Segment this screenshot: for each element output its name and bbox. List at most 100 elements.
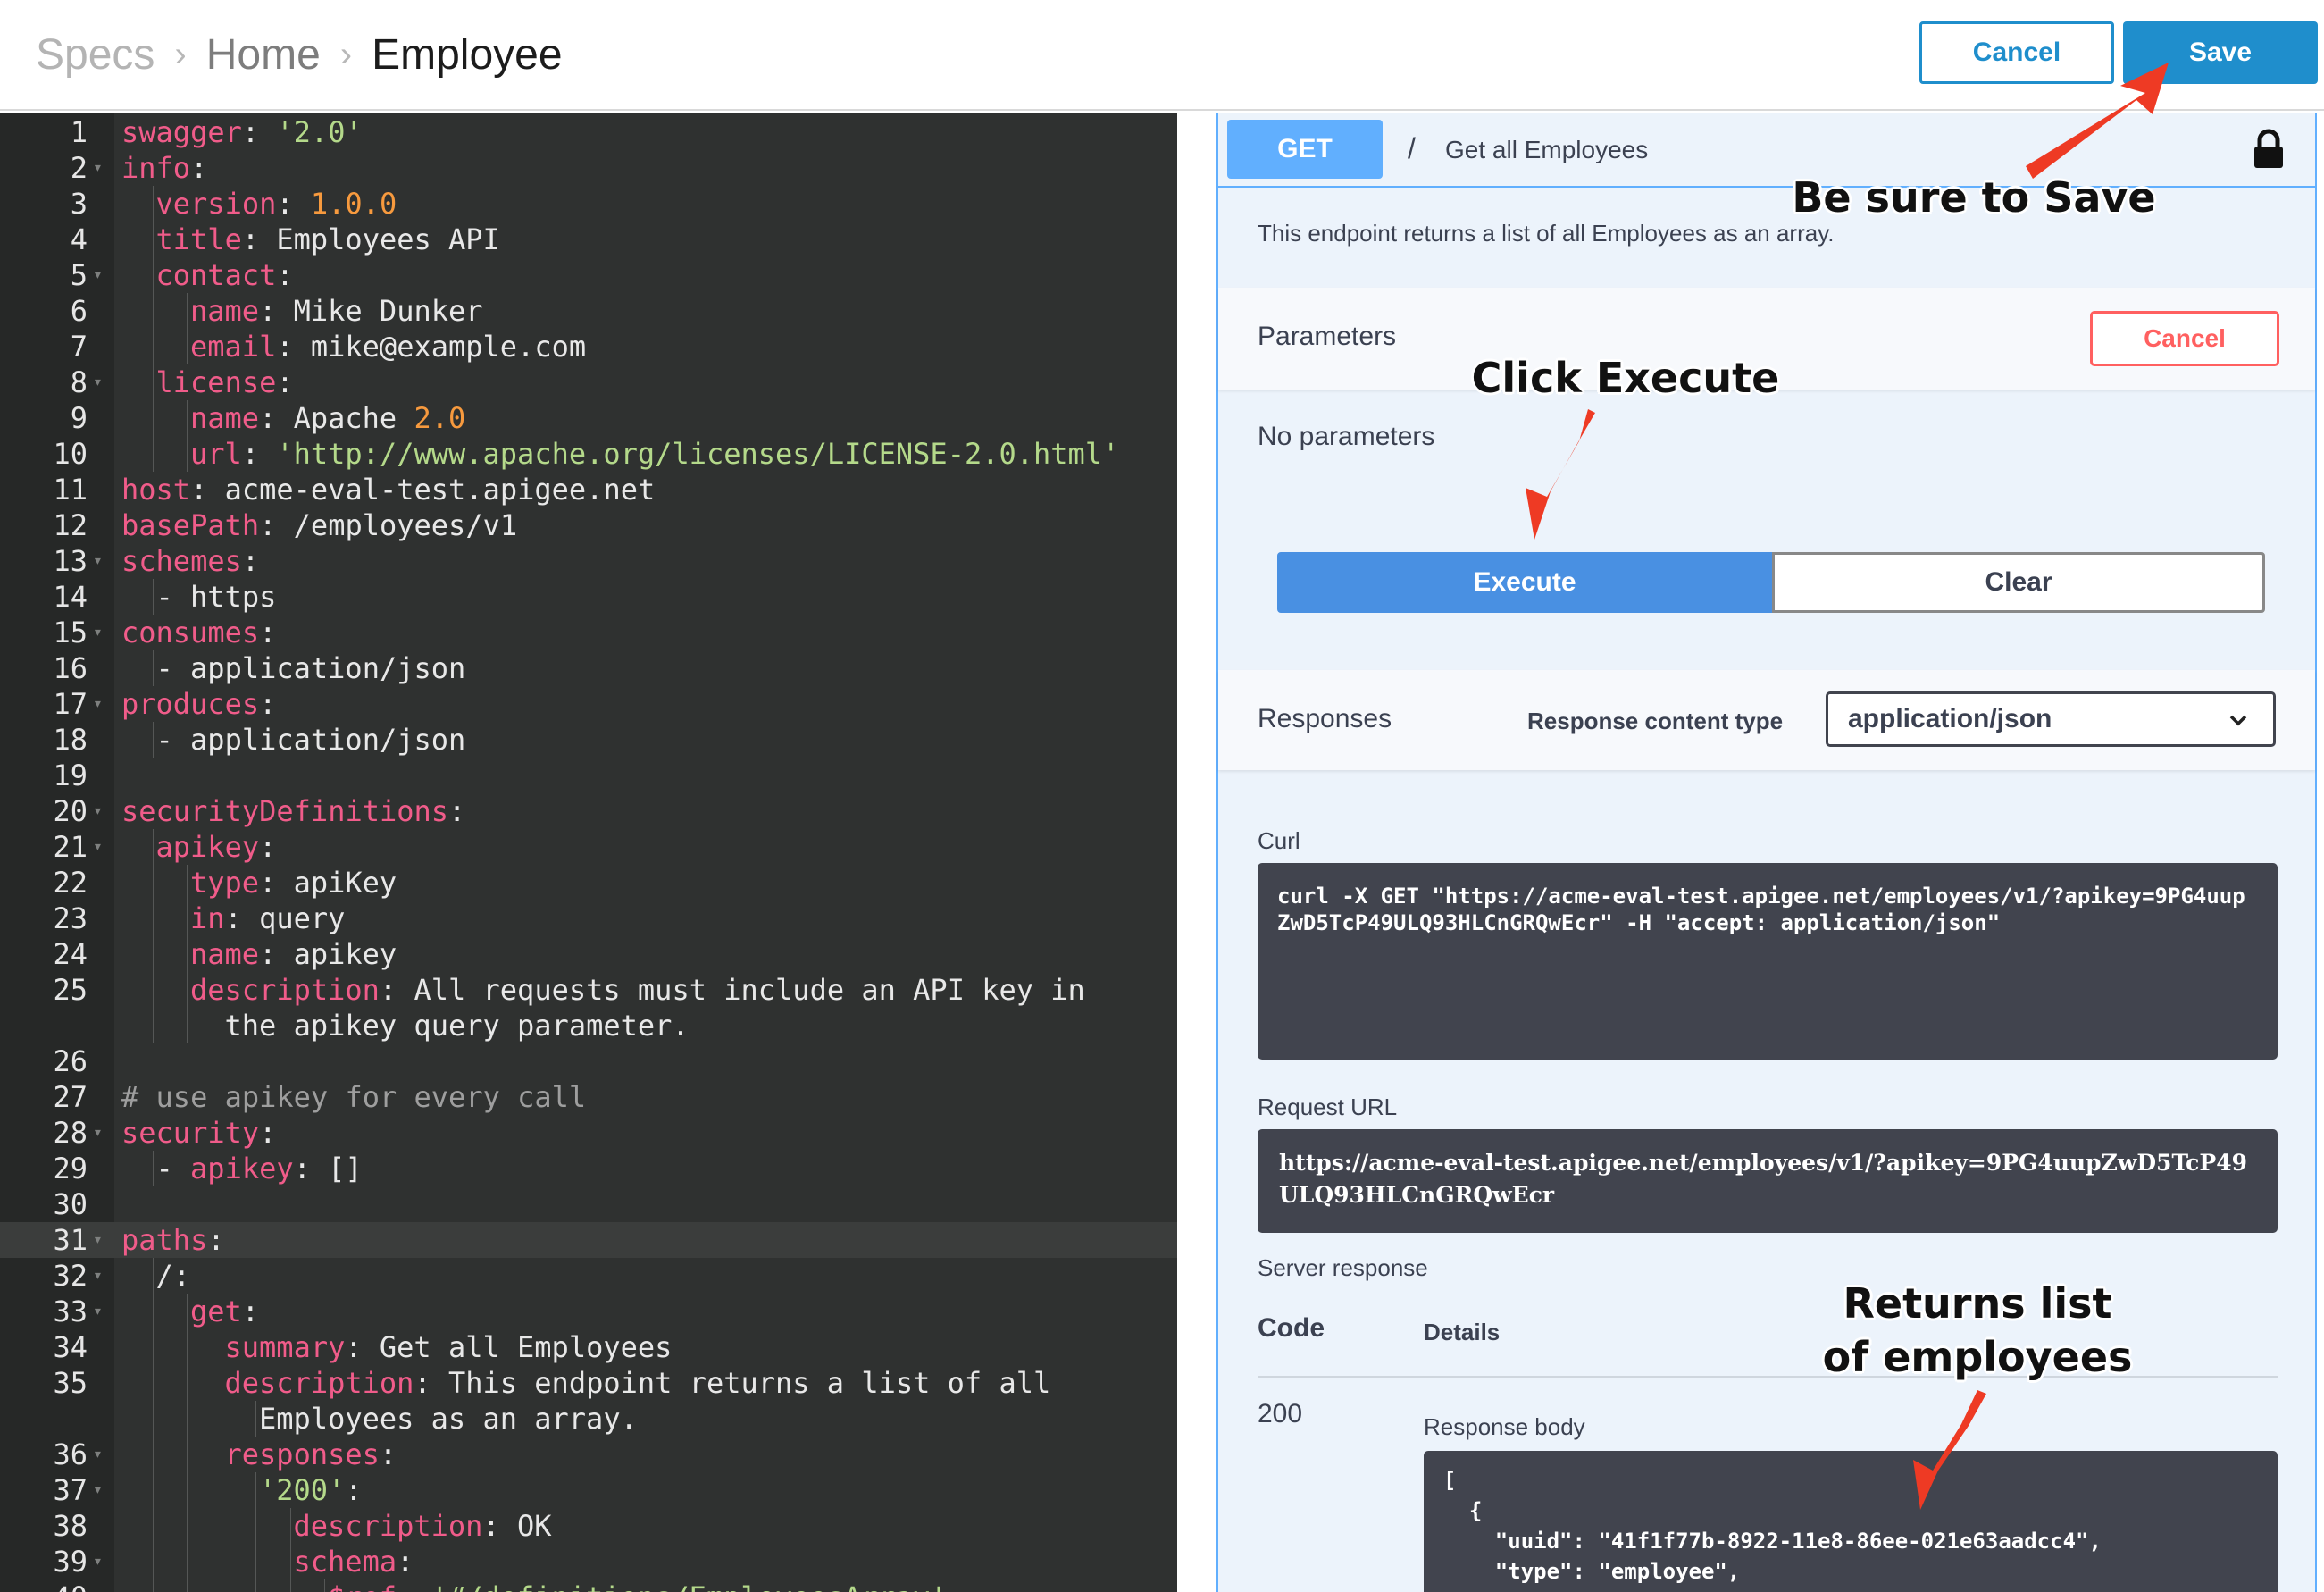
editor-line[interactable]: 33 ▾ get:: [0, 1294, 1177, 1329]
fold-arrow-icon[interactable]: ▾: [93, 1294, 103, 1329]
no-parameters-text: No parameters: [1258, 422, 1435, 451]
editor-line[interactable]: 20 ▾ securityDefinitions:: [0, 793, 1177, 829]
editor-line[interactable]: 18 - application/json: [0, 722, 1177, 758]
indent-guide: [187, 1508, 188, 1544]
editor-line[interactable]: 11 host: acme-eval-test.apigee.net: [0, 472, 1177, 507]
fold-arrow-icon[interactable]: ▾: [93, 793, 103, 829]
editor-line[interactable]: 35 description: This endpoint returns a l…: [0, 1365, 1177, 1401]
try-cancel-button[interactable]: Cancel: [2090, 311, 2279, 366]
fold-arrow-icon[interactable]: ▾: [93, 1258, 103, 1294]
indent-guide: [289, 1544, 291, 1579]
editor-line[interactable]: 23 in: query: [0, 901, 1177, 936]
fold-arrow-icon[interactable]: ▾: [93, 829, 103, 865]
editor-line[interactable]: 14 - https: [0, 579, 1177, 615]
indent-guide: [152, 1008, 154, 1043]
response-body[interactable]: [ { "uuid": "41f1f77b-8922-11e8-86ee-021…: [1424, 1451, 2278, 1592]
cancel-button[interactable]: Cancel: [1919, 21, 2114, 84]
editor-line[interactable]: 21 ▾ apikey:: [0, 829, 1177, 865]
fold-arrow-icon[interactable]: ▾: [93, 257, 103, 293]
indent-guide: [187, 1437, 188, 1472]
editor-line[interactable]: Employees as an array.: [0, 1401, 1177, 1437]
line-number: 38: [53, 1509, 88, 1543]
fold-arrow-icon[interactable]: ▾: [93, 1222, 103, 1258]
fold-arrow-icon[interactable]: ▾: [93, 615, 103, 650]
fold-arrow-icon[interactable]: ▾: [93, 686, 103, 722]
editor-line[interactable]: 39 ▾ schema:: [0, 1544, 1177, 1579]
fold-arrow-icon[interactable]: ▾: [93, 1115, 103, 1151]
editor-line[interactable]: 32 ▾ /:: [0, 1258, 1177, 1294]
editor-line[interactable]: 40 $ref: '#/definitions/EmployeesArray': [0, 1579, 1177, 1592]
indent-guide: [289, 1508, 291, 1544]
editor-line[interactable]: 26: [0, 1043, 1177, 1079]
editor-line[interactable]: 17 ▾ produces:: [0, 686, 1177, 722]
code-token: 'http://www.apache.org/licenses/LICENSE-…: [276, 437, 1120, 471]
fold-arrow-icon[interactable]: ▾: [93, 1472, 103, 1508]
editor-line[interactable]: 5 ▾ contact:: [0, 257, 1177, 293]
fold-arrow-icon[interactable]: ▾: [93, 1437, 103, 1472]
editor-line[interactable]: 4 title: Employees API: [0, 222, 1177, 257]
save-button[interactable]: Save: [2123, 21, 2318, 84]
code-token: produces: [121, 687, 260, 721]
indent-guide: [187, 1365, 188, 1401]
indent-guide: [152, 400, 154, 436]
request-url-label: Request URL: [1258, 1093, 1398, 1120]
editor-line[interactable]: 19: [0, 758, 1177, 793]
editor-line[interactable]: 13 ▾ schemes:: [0, 543, 1177, 579]
editor-line[interactable]: 30: [0, 1186, 1177, 1222]
request-url[interactable]: https://acme-eval-test.apigee.net/employ…: [1258, 1129, 2278, 1233]
operation-block: GET / Get all Employees This endpoint re…: [1216, 113, 2317, 1592]
breadcrumb-separator-icon: ›: [174, 34, 187, 74]
lock-icon[interactable]: [2253, 129, 2285, 170]
code-token: :: [241, 1295, 260, 1328]
response-content-type-select[interactable]: application/json: [1826, 691, 2276, 747]
editor-line[interactable]: 31 ▾ paths:: [0, 1222, 1177, 1258]
code-text: apikey:: [156, 829, 277, 865]
indent-guide: [152, 1151, 154, 1186]
editor-line[interactable]: 22 type: apiKey: [0, 865, 1177, 901]
code-token: /:: [155, 1259, 191, 1293]
editor-line[interactable]: 12 basePath: /employees/v1: [0, 507, 1177, 543]
editor-line[interactable]: 3 version: 1.0.0: [0, 186, 1177, 222]
code-editor[interactable]: 1 swagger: '2.0' 2 ▾ info: 3 version: 1.0.0 4 ti…: [0, 113, 1177, 1592]
fold-arrow-icon[interactable]: ▾: [93, 150, 103, 186]
code-token: :: [276, 258, 294, 292]
clear-button[interactable]: Clear: [1772, 552, 2265, 613]
editor-line[interactable]: 9 name: Apache 2.0: [0, 400, 1177, 436]
indent-guide: [152, 901, 154, 936]
code-text: paths:: [121, 1222, 225, 1258]
editor-line[interactable]: 6 name: Mike Dunker: [0, 293, 1177, 329]
indent-guide: [152, 1401, 154, 1437]
editor-line[interactable]: the apikey query parameter.: [0, 1008, 1177, 1043]
editor-line[interactable]: 34 summary: Get all Employees: [0, 1329, 1177, 1365]
code-text: schema:: [294, 1544, 414, 1579]
editor-line[interactable]: 38 description: OK: [0, 1508, 1177, 1544]
code-token: : mike@example.com: [276, 330, 587, 364]
editor-line[interactable]: 10 url: 'http://www.apache.org/licenses/L…: [0, 436, 1177, 472]
fold-arrow-icon[interactable]: ▾: [93, 364, 103, 400]
editor-line[interactable]: 27 # use apikey for every call: [0, 1079, 1177, 1115]
code-token: paths: [121, 1223, 208, 1257]
editor-line[interactable]: 29 - apikey: []: [0, 1151, 1177, 1186]
line-number: 37: [53, 1473, 88, 1507]
editor-line[interactable]: 15 ▾ consumes:: [0, 615, 1177, 650]
editor-line[interactable]: 1 swagger: '2.0': [0, 114, 1177, 150]
curl-command[interactable]: curl -X GET "https://acme-eval-test.apig…: [1258, 863, 2278, 1060]
breadcrumb-specs[interactable]: Specs: [36, 30, 155, 80]
code-token: - application/json: [155, 651, 466, 685]
editor-line[interactable]: 16 - application/json: [0, 650, 1177, 686]
editor-line[interactable]: 28 ▾ security:: [0, 1115, 1177, 1151]
line-number: 36: [53, 1437, 88, 1471]
code-text: - application/json: [156, 722, 466, 758]
parameters-title: Parameters: [1258, 322, 1397, 351]
execute-button[interactable]: Execute: [1277, 552, 1772, 613]
fold-arrow-icon[interactable]: ▾: [93, 543, 103, 579]
editor-line[interactable]: 25 description: All requests must include…: [0, 972, 1177, 1008]
editor-line[interactable]: 36 ▾ responses:: [0, 1437, 1177, 1472]
editor-line[interactable]: 37 ▾ '200':: [0, 1472, 1177, 1508]
editor-line[interactable]: 24 name: apikey: [0, 936, 1177, 972]
editor-line[interactable]: 7 email: mike@example.com: [0, 329, 1177, 364]
editor-line[interactable]: 2 ▾ info:: [0, 150, 1177, 186]
editor-line[interactable]: 8 ▾ license:: [0, 364, 1177, 400]
breadcrumb-home[interactable]: Home: [206, 30, 321, 80]
fold-arrow-icon[interactable]: ▾: [93, 1544, 103, 1579]
